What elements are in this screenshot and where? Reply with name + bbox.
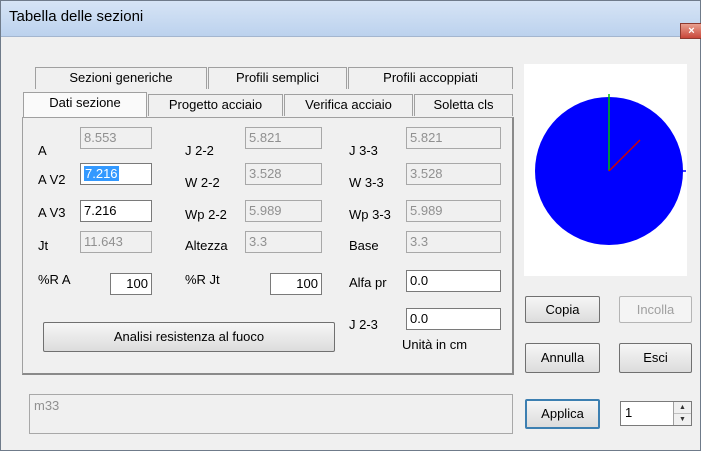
field-wp22: 5.989 [245, 200, 322, 222]
section-preview-canvas [535, 94, 686, 245]
section-preview [524, 64, 687, 276]
field-av2[interactable]: 7.216 [80, 163, 152, 185]
field-w33: 3.528 [406, 163, 501, 185]
annulla-button[interactable]: Annulla [525, 343, 600, 373]
field-av3[interactable]: 7.216 [80, 200, 152, 222]
label-w33: W 3-3 [349, 175, 384, 190]
spinner-value: 1 [625, 405, 633, 420]
tab-label: Progetto acciaio [168, 97, 263, 112]
field-jt: 11.643 [80, 231, 152, 253]
incolla-button[interactable]: Incolla [619, 296, 692, 323]
tab-dati-sezione[interactable]: Dati sezione [23, 92, 147, 117]
label-av2: A V2 [38, 172, 66, 187]
label-j33: J 3-3 [349, 143, 378, 158]
field-j33: 5.821 [406, 127, 501, 149]
tab-label: Sezioni generiche [69, 70, 173, 85]
label-jt: Jt [38, 238, 49, 253]
label-base: Base [349, 238, 379, 253]
field-av2-selected-text: 7.216 [84, 166, 119, 181]
title-bar[interactable]: Tabella delle sezioni × [1, 1, 701, 39]
tab-label: Profili accoppiati [383, 70, 478, 85]
field-j23[interactable]: 0.0 [406, 308, 501, 330]
spin-up-icon[interactable]: ▲ [674, 402, 691, 413]
applica-button[interactable]: Applica [525, 399, 600, 429]
field-r-jt[interactable]: 100 [270, 273, 322, 295]
notes-field[interactable]: m33 [29, 394, 513, 434]
field-w22: 3.528 [245, 163, 322, 185]
label-wp22: Wp 2-2 [185, 207, 227, 222]
tab-sezioni-generiche[interactable]: Sezioni generiche [35, 67, 207, 89]
units-label: Unità in cm [402, 337, 468, 352]
label-a: A [38, 143, 47, 158]
label-r-jt: %R Jt [185, 272, 220, 287]
spinner-arrows: ▲ ▼ [673, 402, 691, 425]
tab-label: Profili semplici [235, 70, 320, 85]
close-button[interactable]: × [680, 23, 701, 39]
field-r-a[interactable]: 100 [110, 273, 152, 295]
tab-label: Dati sezione [49, 95, 121, 110]
fire-analysis-button[interactable]: Analisi resistenza al fuoco [43, 322, 335, 352]
close-icon: × [688, 25, 695, 37]
tab-profili-semplici[interactable]: Profili semplici [208, 67, 347, 89]
copia-button[interactable]: Copia [525, 296, 600, 323]
field-base: 3.3 [406, 231, 501, 253]
tab-label: Verifica acciaio [305, 97, 392, 112]
label-alfa-pr: Alfa pr [349, 275, 387, 290]
label-r-a: %R A [38, 272, 71, 287]
index-spinner[interactable]: 1 ▲ ▼ [620, 401, 692, 426]
esci-button[interactable]: Esci [619, 343, 692, 373]
label-j23: J 2-3 [349, 317, 378, 332]
label-w22: W 2-2 [185, 175, 220, 190]
field-altezza: 3.3 [245, 231, 322, 253]
field-wp33: 5.989 [406, 200, 501, 222]
label-j22: J 2-2 [185, 143, 214, 158]
label-av3: A V3 [38, 205, 66, 220]
field-alfa-pr[interactable]: 0.0 [406, 270, 501, 292]
field-a: 8.553 [80, 127, 152, 149]
tab-profili-accoppiati[interactable]: Profili accoppiati [348, 67, 513, 89]
tab-label: Soletta cls [433, 97, 494, 112]
label-altezza: Altezza [185, 238, 228, 253]
spin-down-icon[interactable]: ▼ [674, 413, 691, 424]
tab-soletta-cls[interactable]: Soletta cls [414, 94, 513, 116]
tab-verifica-acciaio[interactable]: Verifica acciaio [284, 94, 413, 116]
tab-progetto-acciaio[interactable]: Progetto acciaio [148, 94, 283, 116]
label-wp33: Wp 3-3 [349, 207, 391, 222]
window-title: Tabella delle sezioni [9, 8, 144, 25]
field-j22: 5.821 [245, 127, 322, 149]
